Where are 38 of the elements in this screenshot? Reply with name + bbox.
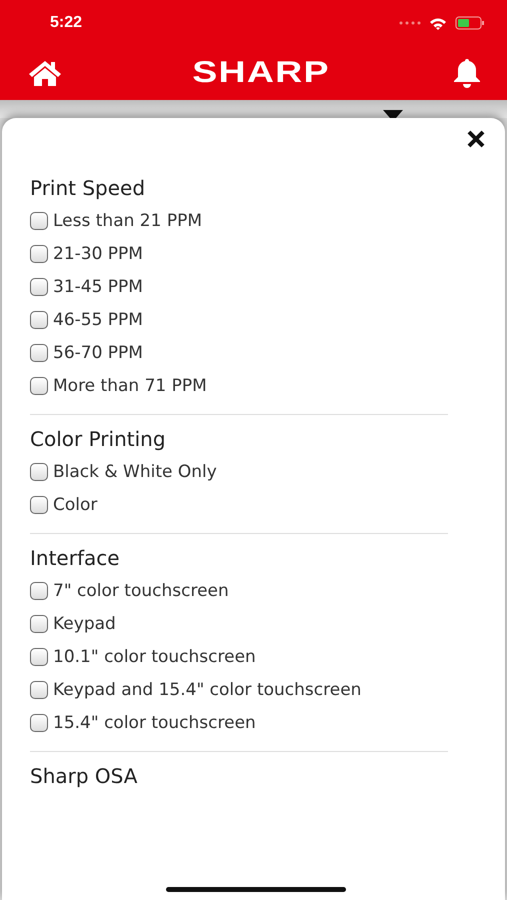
checkbox[interactable] <box>30 614 48 632</box>
option-label: 46-55 PPM <box>53 310 143 330</box>
option-label: Keypad <box>53 614 116 634</box>
option-label: 15.4" color touchscreen <box>53 712 256 732</box>
signal-icon <box>399 21 421 25</box>
option-label: Less than 21 PPM <box>53 210 202 230</box>
option-label: 56-70 PPM <box>53 342 143 362</box>
checkbox[interactable] <box>30 582 48 600</box>
checkbox[interactable] <box>30 462 48 480</box>
section-heading: Print Speed <box>30 176 146 200</box>
battery-icon <box>455 16 485 30</box>
bell-icon[interactable] <box>452 58 481 88</box>
option-label: More than 71 PPM <box>53 376 207 396</box>
wifi-icon <box>429 16 447 30</box>
checkbox[interactable] <box>30 648 48 666</box>
option-label: Black & White Only <box>53 462 217 482</box>
status-time: 5:22 <box>50 14 82 32</box>
option-label: Keypad and 15.4" color touchscreen <box>53 680 362 700</box>
option-label: 31-45 PPM <box>53 276 143 296</box>
checkbox[interactable] <box>30 278 48 296</box>
option-label: 21-30 PPM <box>53 244 143 264</box>
checkbox[interactable] <box>30 680 48 698</box>
home-icon[interactable] <box>28 60 62 86</box>
checkbox[interactable] <box>30 496 48 514</box>
section-heading: Color Printing <box>30 427 167 451</box>
section-heading: Interface <box>30 546 121 570</box>
checkbox[interactable] <box>30 212 48 230</box>
option-label: Color <box>53 494 98 514</box>
section-heading: Sharp OSA <box>30 764 138 788</box>
checkbox[interactable] <box>30 714 48 732</box>
option-label: 10.1" color touchscreen <box>53 646 256 666</box>
checkbox[interactable] <box>30 244 48 262</box>
close-icon[interactable] <box>465 128 487 150</box>
option-label: 7" color touchscreen <box>53 580 229 600</box>
checkbox[interactable] <box>30 376 48 394</box>
brand-logo: SHARP <box>192 56 330 90</box>
checkbox[interactable] <box>30 344 48 362</box>
checkbox[interactable] <box>30 310 48 328</box>
